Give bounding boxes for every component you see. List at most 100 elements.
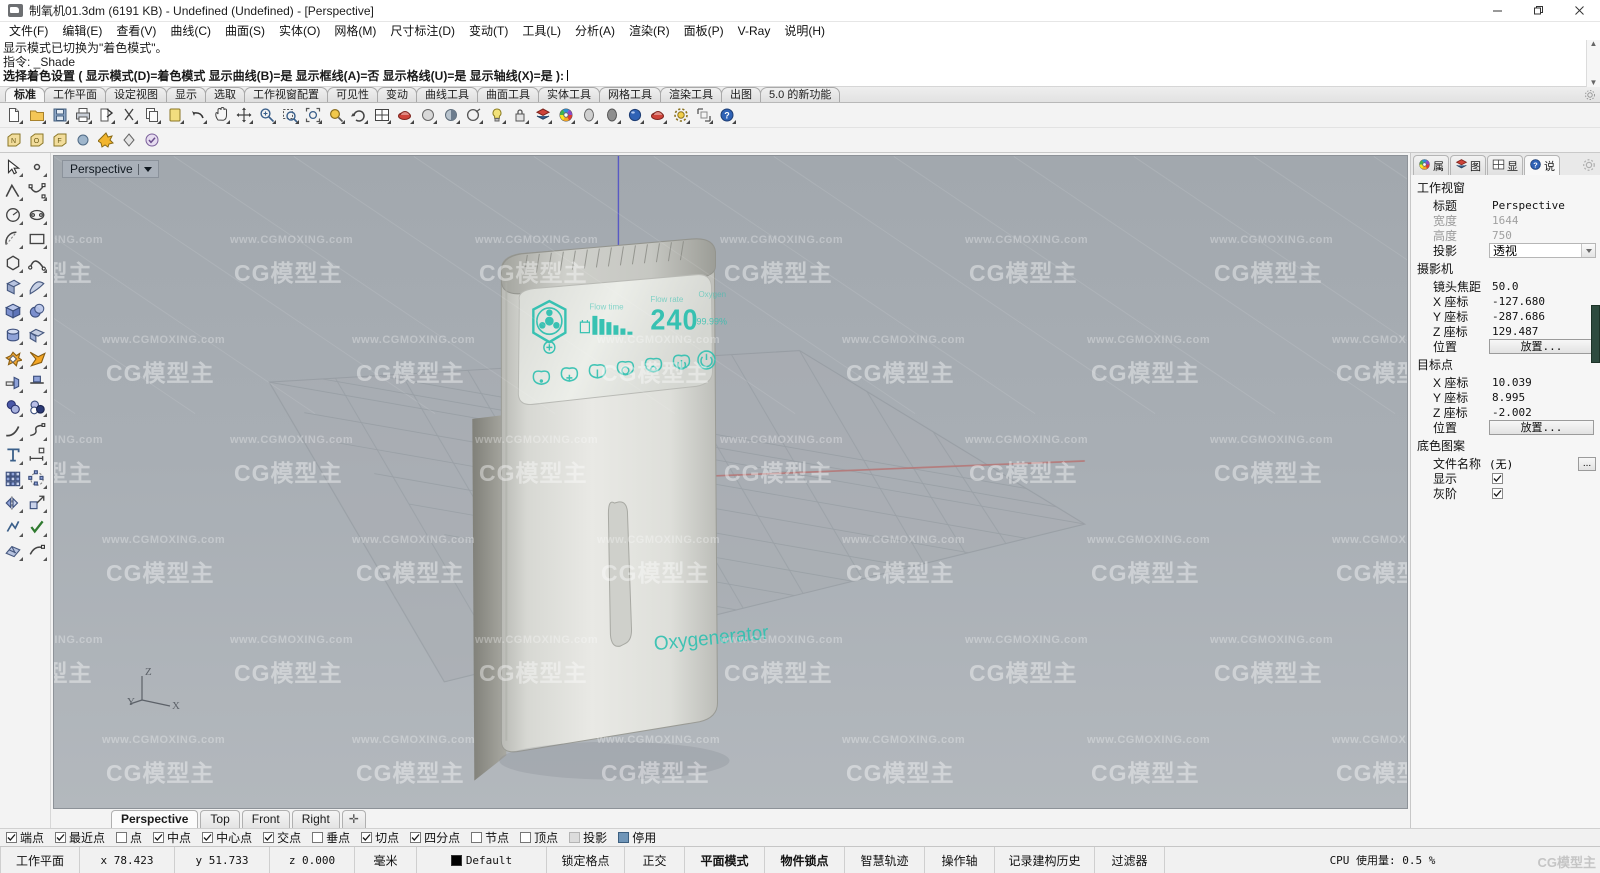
circle-icon[interactable] [1,203,25,227]
menu-item-0[interactable]: 文件(F) [2,22,55,40]
menu-item-4[interactable]: 曲面(S) [218,22,272,40]
undo-icon[interactable] [187,105,209,126]
move-icon[interactable] [233,105,255,126]
toolbar-tab-3[interactable]: 显示 [166,87,206,102]
light-icon[interactable] [486,105,508,126]
array-icon[interactable] [1,467,25,491]
viewport-label[interactable]: Perspective [62,160,159,178]
vray-frame-icon[interactable] [693,105,715,126]
checkbox-灰阶[interactable] [1492,488,1503,499]
properties-tab-2[interactable]: 显 [1487,155,1523,175]
properties-scrollbar[interactable] [1591,305,1600,363]
zoom-selected-icon[interactable] [325,105,347,126]
rotate-view-icon[interactable] [348,105,370,126]
perspective-viewport[interactable]: 240 Flow time Flow rate Oxygen 99.99% Ox… [53,155,1408,809]
menu-item-12[interactable]: 面板(P) [677,22,731,40]
osnap-item-0[interactable]: 端点 [6,829,44,846]
osnap-item-11[interactable]: 投影 [569,829,607,846]
menu-item-10[interactable]: 分析(A) [568,22,622,40]
toolbar-tab-2[interactable]: 设定视图 [105,87,167,102]
lock-layer-icon[interactable] [509,105,531,126]
viewport-tab-0[interactable]: Perspective [111,810,199,828]
toolbar-options-gear-icon[interactable] [1584,89,1596,101]
browse-button[interactable]: ... [1578,456,1596,471]
extrude-surface-icon[interactable] [25,323,49,347]
status-cell-3[interactable]: z 0.000 [270,847,355,873]
diamond-icon[interactable] [118,130,140,151]
zoom-icon[interactable] [256,105,278,126]
viewport-layout-icon[interactable] [371,105,393,126]
vray-render-icon[interactable] [647,105,669,126]
dimension-icon[interactable] [25,443,49,467]
status-cell-4[interactable]: 毫米 [355,847,417,873]
osnap-item-2[interactable]: 点 [116,829,142,846]
status-cell-8[interactable]: 平面模式 [685,847,765,873]
osnap-item-4[interactable]: 中心点 [202,829,252,846]
zoom-extents-icon[interactable] [302,105,324,126]
zoom-window-icon[interactable] [279,105,301,126]
menu-item-11[interactable]: 渲染(R) [622,22,677,40]
array-polar-icon[interactable] [25,467,49,491]
pan-icon[interactable] [210,105,232,126]
viewport-tab-3[interactable]: Right [291,810,340,828]
osnap-f-icon[interactable]: F [49,130,71,151]
toolbar-tab-0[interactable]: 标准 [5,87,45,102]
select-arrow-icon[interactable] [1,155,25,179]
osnap-checkbox-8[interactable] [410,832,422,843]
status-cell-1[interactable]: x 78.423 [80,847,175,873]
toolbar-tab-6[interactable]: 可见性 [327,87,378,102]
toolbar-tab-13[interactable]: 出图 [721,87,761,102]
boolean-two-sphere-icon[interactable] [25,395,49,419]
toolbar-tab-14[interactable]: 5.0 的新功能 [760,87,841,102]
toolbar-tab-11[interactable]: 网格工具 [599,87,661,102]
surface-from-points-icon[interactable] [1,275,25,299]
sphere-solid-icon[interactable] [25,299,49,323]
cut-icon[interactable] [118,105,140,126]
toolbar-tab-7[interactable]: 变动 [377,87,417,102]
render-icon[interactable] [394,105,416,126]
toolbar-tab-5[interactable]: 工作视窗配置 [244,87,328,102]
osnap-item-12[interactable]: 停用 [618,829,656,846]
osnap-o-icon[interactable]: O [26,130,48,151]
chevron-down-icon[interactable] [1581,244,1595,257]
properties-icon[interactable] [463,105,485,126]
new-file-icon[interactable] [3,105,25,126]
status-cell-12[interactable]: 记录建构历史 [995,847,1095,873]
fillet-curve-icon[interactable] [1,419,25,443]
material-dark-icon[interactable] [601,105,623,126]
boolean-sphere-icon[interactable] [1,395,25,419]
osnap-checkbox-9[interactable] [471,832,483,843]
point-icon[interactable] [25,155,49,179]
osnap-item-7[interactable]: 切点 [361,829,399,846]
trim-icon[interactable] [1,371,25,395]
status-cell-5[interactable]: Default [417,847,547,873]
blend-curve-icon[interactable] [25,419,49,443]
explode-icon[interactable] [95,130,117,151]
box-icon[interactable] [1,299,25,323]
status-cell-11[interactable]: 操作轴 [925,847,995,873]
material-grey-icon[interactable] [578,105,600,126]
menu-item-2[interactable]: 查看(V) [109,22,163,40]
osnap-n-icon[interactable]: N [3,130,25,151]
arc-icon[interactable] [1,227,25,251]
toolbar-tab-8[interactable]: 曲线工具 [416,87,478,102]
material-blue-icon[interactable] [624,105,646,126]
shade-icon[interactable] [440,105,462,126]
mirror-icon[interactable] [1,491,25,515]
split-icon[interactable] [25,371,49,395]
status-cell-14[interactable]: CPU 使用量: 0.5 % [1165,847,1600,873]
properties-tab-1[interactable]: 图 [1450,155,1486,175]
osnap-item-1[interactable]: 最近点 [55,829,105,846]
osnap-checkbox-10[interactable] [520,832,532,843]
toolbar-tab-10[interactable]: 实体工具 [538,87,600,102]
close-button[interactable] [1559,0,1600,22]
panel-options-gear-icon[interactable] [1582,158,1596,172]
check-icon[interactable] [25,515,49,539]
boolean-union-icon[interactable] [1,347,25,371]
osnap-checkbox-3[interactable] [153,832,165,843]
surface-sweep-icon[interactable] [25,275,49,299]
control-point-curve-icon[interactable] [25,179,49,203]
check-circle-icon[interactable] [141,130,163,151]
toolbar-tab-12[interactable]: 渲染工具 [660,87,722,102]
cylinder-icon[interactable] [1,323,25,347]
